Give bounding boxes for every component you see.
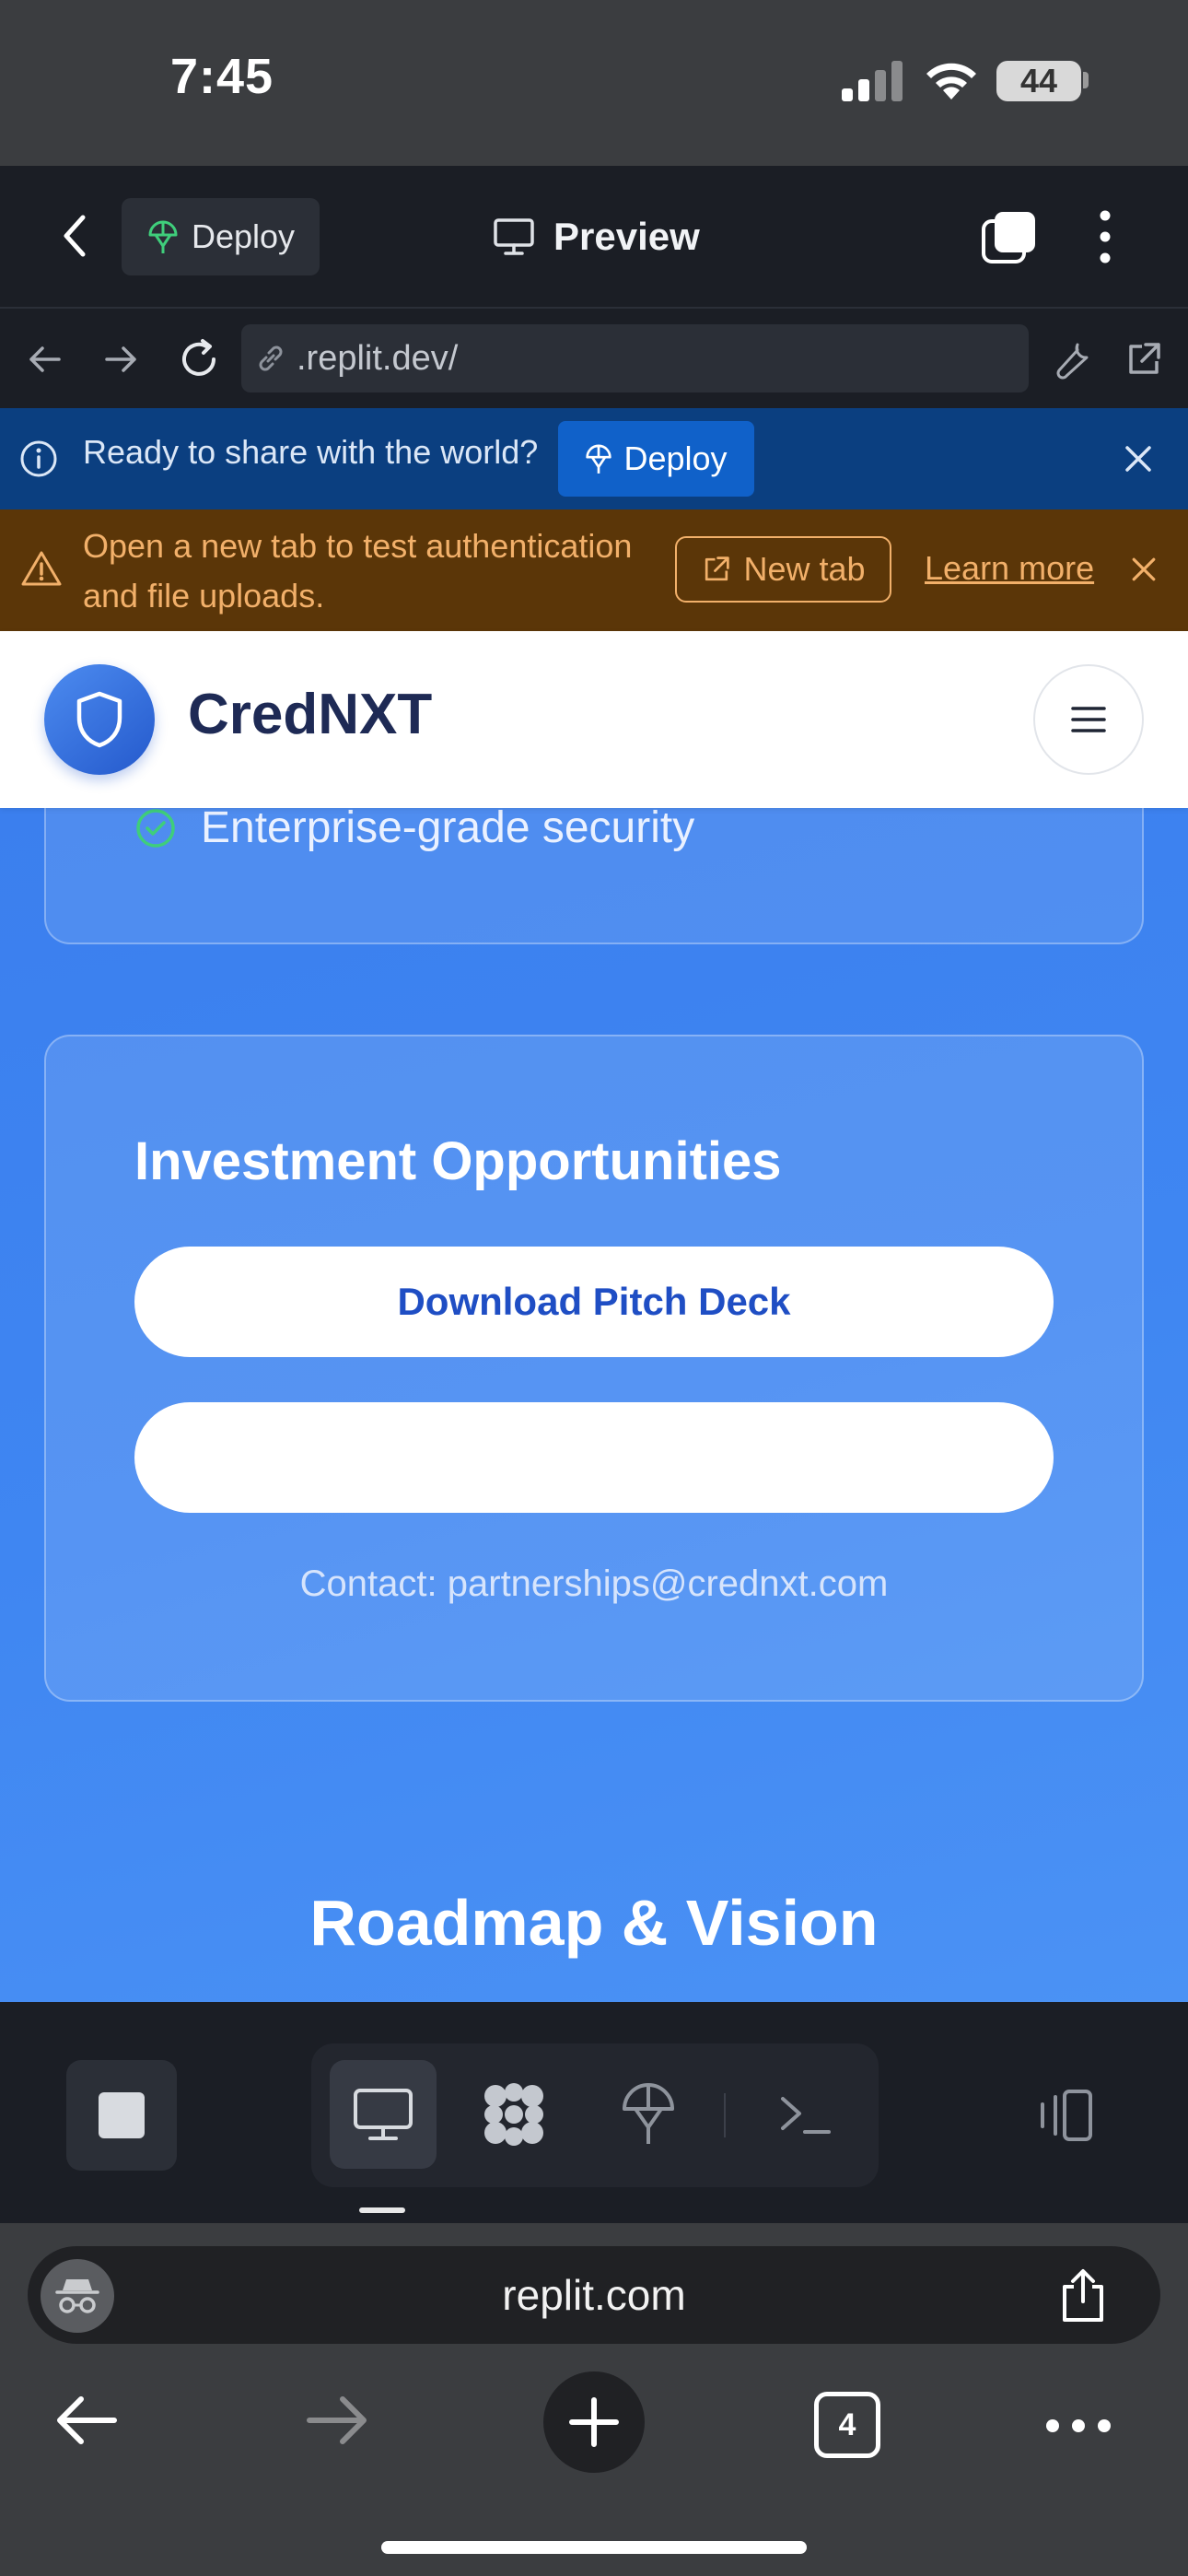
- deploy-chip-label: Deploy: [192, 217, 296, 255]
- contact-email: Contact: partnerships@crednxt.com: [299, 1563, 889, 1604]
- forward-arrow-icon[interactable]: [103, 341, 140, 378]
- warning-icon: [20, 549, 63, 588]
- brand-name[interactable]: CredNXT: [188, 682, 432, 747]
- site-navbar: [0, 631, 1188, 808]
- close-icon[interactable]: [1120, 440, 1157, 477]
- wifi-icon: [923, 59, 980, 101]
- new-tab-browser-button[interactable]: [543, 2371, 645, 2473]
- preview-title-label: Preview: [553, 215, 700, 258]
- toolbar-divider: [724, 2093, 726, 2137]
- menu-icon: [1070, 705, 1107, 734]
- new-tab-label: New tab: [743, 550, 866, 588]
- shield-icon: [74, 690, 125, 749]
- tabs-count-button[interactable]: 4: [814, 2392, 880, 2458]
- battery-indicator: 44: [996, 61, 1081, 101]
- monitor-icon: [493, 217, 535, 256]
- stop-icon: [99, 2092, 145, 2138]
- url-text: .replit.dev/: [297, 338, 459, 378]
- check-circle-icon: [134, 808, 177, 849]
- auth-banner-text: Open a new tab to test authentication an…: [83, 521, 672, 621]
- investment-title: Investment Opportunities: [134, 1131, 782, 1191]
- browser-address-bar[interactable]: replit.com: [28, 2246, 1160, 2344]
- close-icon[interactable]: [1127, 553, 1160, 586]
- external-link-icon: [701, 554, 732, 585]
- banner-deploy-button[interactable]: Deploy: [558, 421, 754, 497]
- extensions-icon: [479, 2079, 549, 2149]
- reload-icon[interactable]: [177, 337, 221, 381]
- share-banner-text: Ready to share with the world?: [83, 433, 539, 471]
- layout-button[interactable]: [1013, 2060, 1124, 2171]
- extensions-button[interactable]: [460, 2060, 567, 2169]
- drag-handle[interactable]: [359, 2207, 405, 2213]
- deploy-icon: [147, 218, 179, 255]
- banner-deploy-label: Deploy: [623, 439, 728, 477]
- plus-icon: [566, 2395, 622, 2450]
- back-arrow-icon[interactable]: [26, 341, 63, 378]
- home-indicator: [381, 2541, 807, 2554]
- deploy-view-button[interactable]: [595, 2060, 702, 2169]
- auth-banner-line2: and file uploads.: [83, 577, 325, 615]
- monitor-icon: [352, 2087, 414, 2142]
- learn-more-link[interactable]: Learn more: [925, 549, 1094, 588]
- signal-icon: [840, 61, 904, 101]
- site-logo[interactable]: [44, 664, 155, 775]
- external-link-icon[interactable]: [1124, 339, 1164, 380]
- roadmap-heading: Roadmap & Vision: [309, 1887, 879, 1959]
- page-content: Enterprise-grade security Investment Opp…: [0, 808, 1188, 2002]
- secondary-action-button[interactable]: [134, 1402, 1054, 1513]
- incognito-button[interactable]: [41, 2259, 114, 2333]
- deploy-icon: [621, 2081, 676, 2148]
- shell-button[interactable]: [751, 2060, 858, 2169]
- desktop-view-button[interactable]: [330, 2060, 437, 2169]
- share-icon[interactable]: [1059, 2268, 1107, 2324]
- preview-title: Preview: [493, 207, 700, 266]
- tabs-icon[interactable]: [980, 210, 1037, 265]
- layout-icon: [1033, 2088, 1103, 2143]
- more-options-icon[interactable]: [1046, 2419, 1111, 2432]
- deploy-chip[interactable]: Deploy: [122, 198, 320, 275]
- deploy-icon: [585, 442, 612, 475]
- browser-back-icon[interactable]: [53, 2390, 120, 2451]
- url-field[interactable]: .replit.dev/: [241, 324, 1029, 392]
- stop-button[interactable]: [66, 2060, 177, 2171]
- status-time: 7:45: [170, 49, 274, 104]
- battery-nub: [1083, 72, 1089, 88]
- kebab-icon[interactable]: [1094, 208, 1116, 265]
- menu-button[interactable]: [1033, 664, 1144, 775]
- feature-label: Enterprise-grade security: [201, 808, 695, 852]
- wrench-icon[interactable]: [1054, 339, 1094, 380]
- browser-forward-icon[interactable]: [304, 2390, 370, 2451]
- info-icon: [18, 439, 59, 479]
- download-pitch-deck-button[interactable]: Download Pitch Deck: [134, 1247, 1054, 1357]
- shell-icon: [777, 2091, 833, 2137]
- feature-item: Enterprise-grade security: [134, 808, 694, 853]
- back-chevron-icon[interactable]: [57, 210, 94, 262]
- auth-banner-line1: Open a new tab to test authentication: [83, 527, 633, 565]
- new-tab-button[interactable]: New tab: [675, 536, 891, 603]
- link-icon: [254, 342, 287, 375]
- incognito-icon: [53, 2276, 101, 2316]
